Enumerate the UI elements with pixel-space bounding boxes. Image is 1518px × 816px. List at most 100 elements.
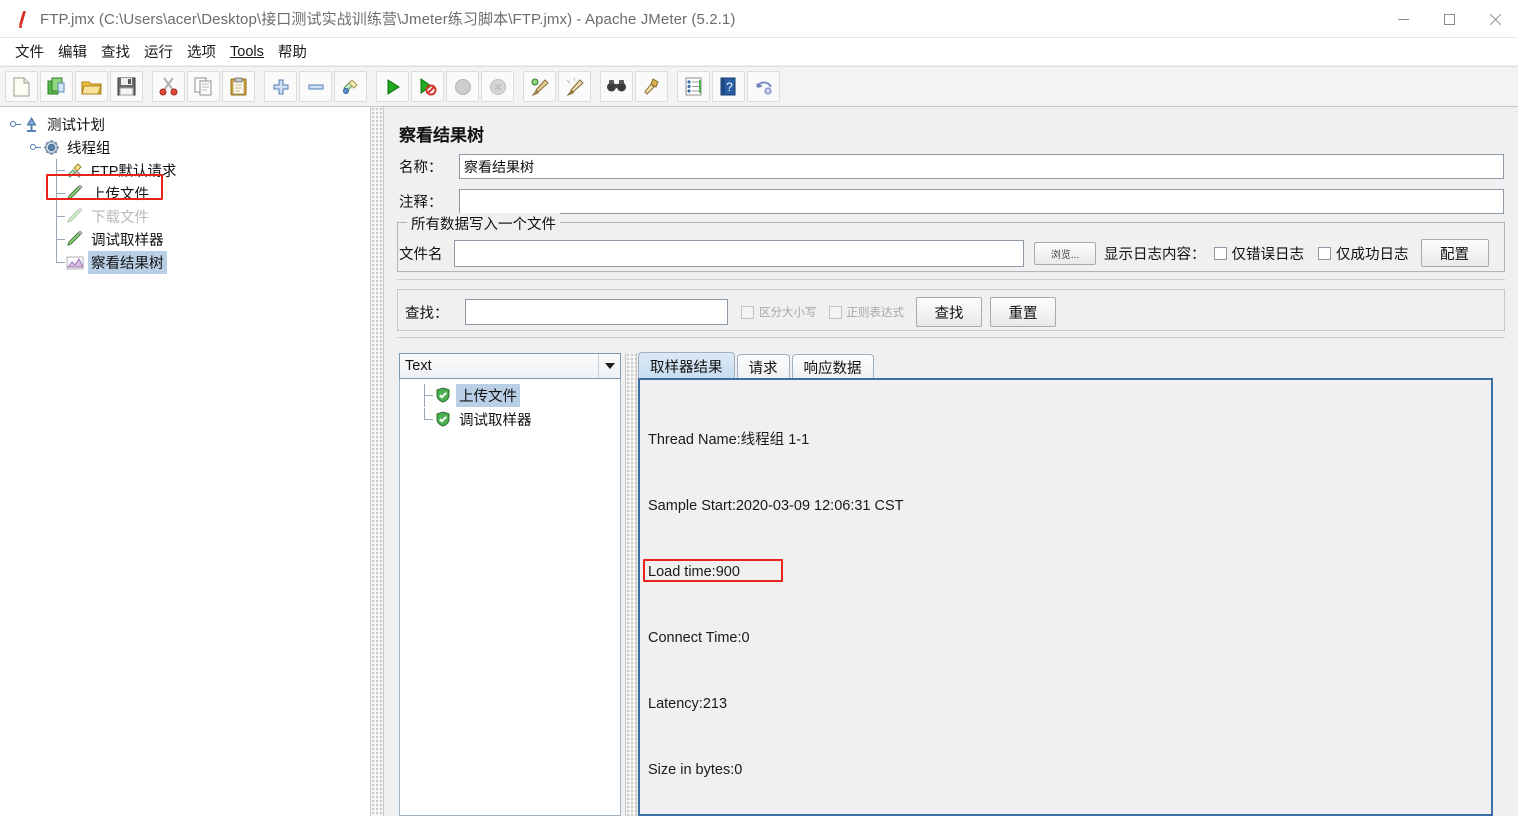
clear-icon[interactable]	[523, 71, 556, 102]
start-icon[interactable]	[376, 71, 409, 102]
toggle-icon[interactable]	[334, 71, 367, 102]
cut-icon[interactable]	[152, 71, 185, 102]
open-icon[interactable]	[75, 71, 108, 102]
renderer-select[interactable]: Text	[399, 353, 621, 379]
successes-only-checkbox[interactable]: 仅成功日志	[1318, 243, 1409, 264]
search-reset-icon[interactable]	[635, 71, 668, 102]
result-node-upload-file[interactable]: 上传文件	[406, 383, 620, 407]
save-icon[interactable]	[110, 71, 143, 102]
chevron-down-icon[interactable]	[598, 354, 620, 378]
expand-knob-icon[interactable]	[10, 119, 21, 130]
result-node-debug-sampler[interactable]: 调试取样器	[406, 407, 620, 431]
browse-button[interactable]: 浏览...	[1034, 241, 1096, 265]
jmeter-logo-icon	[14, 10, 30, 28]
expand-knob-icon[interactable]	[30, 142, 41, 153]
regex-checkbox[interactable]: 正则表达式	[828, 304, 904, 320]
tree-node-label: FTP默认请求	[91, 164, 177, 180]
menu-options[interactable]: 选项	[180, 39, 223, 64]
checkbox-box	[1318, 246, 1331, 260]
results-splitter[interactable]	[625, 353, 637, 816]
sampler-result-body[interactable]: Thread Name:线程组 1-1 Sample Start:2020-03…	[638, 378, 1493, 816]
tree-line	[52, 205, 65, 228]
menu-tools-label: Tools	[230, 43, 264, 60]
tab-response-data[interactable]: 响应数据	[791, 354, 874, 379]
tree-node-thread-group[interactable]: 线程组	[4, 136, 370, 159]
menu-bar: 文件 编辑 查找 运行 选项 Tools 帮助	[0, 38, 1518, 65]
test-plan-tree: 测试计划 线程组 FTP默认请求 上传文件 下载文件 调试取样器 察看结果树	[0, 107, 370, 274]
search-input[interactable]	[465, 299, 728, 325]
reset-button[interactable]: 重置	[990, 297, 1056, 327]
tree-node-view-results-tree[interactable]: 察看结果树	[4, 251, 370, 274]
new-icon[interactable]	[5, 71, 38, 102]
paste-icon[interactable]	[222, 71, 255, 102]
menu-file[interactable]: 文件	[8, 39, 51, 64]
errors-only-label: 仅错误日志	[1231, 246, 1305, 263]
toolbar-group-search	[599, 71, 669, 102]
checkbox-box	[741, 305, 754, 319]
search-button[interactable]: 查找	[916, 297, 982, 327]
start-no-pauses-icon[interactable]	[411, 71, 444, 102]
view-results-tree-icon	[65, 253, 85, 273]
tree-line	[52, 228, 65, 251]
toolbar-group-tree	[263, 71, 368, 102]
menu-search[interactable]: 查找	[94, 39, 137, 64]
tab-sampler-result[interactable]: 取样器结果	[638, 352, 735, 379]
menu-help[interactable]: 帮助	[271, 39, 314, 64]
help-icon[interactable]: ?	[712, 71, 745, 102]
menu-run[interactable]: 运行	[137, 39, 180, 64]
tree-node-label: 察看结果树	[88, 251, 167, 274]
name-input[interactable]: 察看结果树	[459, 154, 1504, 179]
close-button[interactable]	[1472, 0, 1518, 38]
tree-node-download-file[interactable]: 下载文件	[4, 205, 370, 228]
search-icon[interactable]	[600, 71, 633, 102]
copy-icon[interactable]	[187, 71, 220, 102]
filename-input[interactable]	[454, 239, 1024, 267]
log-display-label: 显示日志内容：	[1104, 246, 1206, 263]
result-line: Connect Time:0	[648, 630, 750, 646]
tree-node-label: 上传文件	[91, 187, 149, 203]
clear-all-icon[interactable]	[558, 71, 591, 102]
case-sensitive-checkbox[interactable]: 区分大小写	[741, 304, 817, 320]
successes-only-label: 仅成功日志	[1336, 246, 1409, 263]
tab-request[interactable]: 请求	[736, 354, 790, 379]
result-line: Thread Name:线程组 1-1	[648, 432, 810, 448]
tree-node-upload-file[interactable]: 上传文件	[4, 182, 370, 205]
result-node-label: 调试取样器	[459, 412, 532, 429]
toolbar-group-run	[375, 71, 515, 102]
toolbar: ? 00:00:01 0 0/1	[0, 66, 1518, 163]
menu-tools[interactable]: Tools	[223, 42, 271, 62]
results-tree[interactable]: 上传文件 调试取样器	[399, 379, 621, 816]
tree-node-label: 线程组	[67, 141, 111, 157]
collapse-all-icon[interactable]	[299, 71, 332, 102]
tree-node-debug-sampler[interactable]: 调试取样器	[4, 228, 370, 251]
tree-line	[52, 182, 65, 205]
jmeter-window: FTP.jmx (C:\Users\acer\Desktop\接口测试实战训练营…	[0, 0, 1518, 816]
success-shield-icon	[433, 385, 453, 405]
view-results-tree-panel: 察看结果树 名称： 察看结果树 注释： 所有数据写入一个文件 文件名 浏览...…	[385, 107, 1518, 816]
section-divider-2	[397, 337, 1505, 339]
test-plan-tree-panel[interactable]: 测试计划 线程组 FTP默认请求 上传文件 下载文件 调试取样器 察看结果树	[0, 107, 370, 816]
case-sensitive-label: 区分大小写	[759, 307, 817, 319]
tree-node-test-plan[interactable]: 测试计划	[4, 113, 370, 136]
tree-line	[52, 159, 65, 182]
templates-icon[interactable]	[40, 71, 73, 102]
undo-icon[interactable]	[747, 71, 780, 102]
comment-input[interactable]	[459, 189, 1504, 214]
svg-text:?: ?	[726, 80, 733, 94]
filename-row: 文件名 浏览... 显示日志内容： 仅错误日志 仅成功日志 配置	[399, 239, 1489, 267]
search-label: 查找：	[405, 305, 449, 322]
minimize-button[interactable]	[1380, 0, 1426, 38]
configure-button[interactable]: 配置	[1420, 239, 1489, 267]
expand-all-icon[interactable]	[264, 71, 297, 102]
window-controls	[1380, 0, 1518, 38]
menu-edit[interactable]: 编辑	[51, 39, 94, 64]
toolbar-group-clear	[522, 71, 592, 102]
tree-node-label: 测试计划	[47, 118, 105, 134]
maximize-button[interactable]	[1426, 0, 1472, 38]
thread-group-icon	[41, 138, 61, 158]
main-splitter[interactable]	[370, 107, 384, 816]
errors-only-checkbox[interactable]: 仅错误日志	[1213, 243, 1305, 264]
tree-node-ftp-defaults[interactable]: FTP默认请求	[4, 159, 370, 182]
function-helper-icon[interactable]	[677, 71, 710, 102]
window-title: FTP.jmx (C:\Users\acer\Desktop\接口测试实战训练营…	[40, 11, 736, 28]
